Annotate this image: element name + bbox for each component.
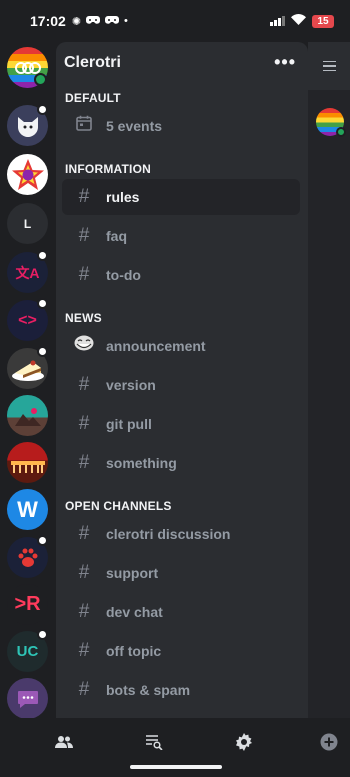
status-bar: 17:02 ✺ • 15 [0, 0, 350, 42]
hash-icon: # [78, 413, 90, 434]
unread-indicator [37, 346, 48, 357]
channel-label: git pull [106, 416, 152, 432]
channel-label: 5 events [106, 118, 163, 134]
game-controller-icon [86, 15, 101, 28]
status-time: 17:02 [30, 13, 66, 29]
online-indicator [336, 127, 346, 137]
online-indicator [34, 73, 47, 86]
channel-events[interactable]: 5 events [62, 108, 300, 144]
channel-label: clerotri discussion [106, 526, 231, 542]
server-icon-landscape[interactable] [7, 395, 48, 436]
trollface-icon [74, 335, 94, 357]
unread-indicator [37, 298, 48, 309]
logo-icon [14, 61, 41, 74]
r-logo: >R [14, 593, 41, 615]
settings-tab[interactable] [232, 730, 256, 754]
server-icon-star[interactable] [7, 154, 48, 195]
hamburger-icon[interactable] [322, 60, 336, 72]
server-icon-l[interactable]: L [7, 203, 48, 244]
translate-icon: 文A [15, 264, 40, 281]
category-information[interactable]: INFORMATION [65, 162, 151, 176]
server-icon-stage[interactable] [7, 442, 48, 483]
dot-icon: • [124, 15, 128, 27]
hash-icon: # [78, 374, 90, 395]
hash-icon: # [78, 523, 90, 544]
unread-indicator [37, 104, 48, 115]
channel-to-do[interactable]: # to-do [62, 257, 300, 293]
w-logo: W [17, 496, 38, 522]
channel-announcement[interactable]: announcement [62, 328, 300, 364]
stage-icon [10, 460, 45, 473]
code-brackets-icon: <> [18, 311, 37, 329]
server-name: Clerotri [64, 54, 121, 71]
hash-icon: # [78, 264, 90, 285]
category-default[interactable]: DEFAULT [65, 91, 121, 105]
channel-label: bots & spam [106, 682, 191, 698]
unread-indicator [37, 535, 48, 546]
hash-icon: # [78, 679, 90, 700]
wolf-icon [17, 116, 38, 137]
paw-icon [18, 548, 37, 567]
status-right: 15 [270, 12, 334, 30]
people-icon [55, 736, 73, 748]
unread-indicator [37, 250, 48, 261]
wifi-icon [291, 12, 306, 30]
server-initials: L [23, 216, 32, 231]
server-icon-w[interactable]: W [7, 489, 48, 530]
category-open-channels[interactable]: OPEN CHANNELS [65, 499, 172, 513]
channel-faq[interactable]: # faq [62, 218, 300, 254]
server-initials: UC [16, 643, 39, 660]
channel-support[interactable]: # support [62, 555, 300, 591]
channel-label: announcement [106, 338, 206, 354]
calendar-icon [74, 115, 94, 137]
sun-icon: ✺ [71, 15, 82, 28]
gear-icon [236, 733, 252, 751]
channel-panel: Clerotri ••• DEFAULT 5 events INFORMATIO… [56, 42, 308, 718]
add-button[interactable] [317, 730, 341, 754]
status-notification-icons: ✺ • [72, 15, 128, 28]
channel-label: version [106, 377, 156, 393]
channel-version[interactable]: # version [62, 367, 300, 403]
chat-bubble-icon [17, 690, 38, 708]
plus-circle-icon [320, 733, 338, 751]
channel-label: to-do [106, 267, 141, 283]
cake-icon [11, 360, 44, 381]
channel-label: support [106, 565, 159, 581]
channel-label: off topic [106, 643, 162, 659]
home-indicator[interactable] [130, 765, 222, 769]
list-search-icon [146, 735, 163, 750]
channel-label: something [106, 455, 177, 471]
hash-icon: # [78, 562, 90, 583]
hash-icon: # [78, 186, 90, 207]
channel-rules[interactable]: # rules [62, 179, 300, 215]
search-tab[interactable] [142, 730, 166, 754]
unread-indicator [37, 629, 48, 640]
hash-icon: # [78, 225, 90, 246]
friends-tab[interactable] [52, 730, 76, 754]
hash-icon: # [78, 601, 90, 622]
server-rail[interactable]: L 文A <> W >R UC [0, 42, 56, 722]
channel-bots-spam[interactable]: # bots & spam [62, 672, 300, 708]
channel-git-pull[interactable]: # git pull [62, 406, 300, 442]
hash-icon: # [78, 640, 90, 661]
server-icon-r[interactable]: >R [7, 584, 48, 625]
channel-label: faq [106, 228, 127, 244]
battery-icon: 15 [312, 14, 334, 28]
hash-icon: # [78, 452, 90, 473]
members-peek[interactable] [308, 42, 350, 718]
channel-dev-chat[interactable]: # dev chat [62, 594, 300, 630]
channel-clerotri-discussion[interactable]: # clerotri discussion [62, 516, 300, 552]
star-icon [11, 158, 44, 190]
game-controller-icon [105, 15, 120, 28]
server-icon-chat[interactable] [7, 678, 48, 719]
server-menu-button[interactable]: ••• [274, 52, 296, 73]
channel-something[interactable]: # something [62, 445, 300, 481]
channel-label: rules [106, 189, 140, 205]
signal-icon [270, 16, 285, 26]
landscape-icon [14, 407, 41, 426]
channel-off-topic[interactable]: # off topic [62, 633, 300, 669]
channel-label: dev chat [106, 604, 163, 620]
category-news[interactable]: NEWS [65, 311, 102, 325]
members-header [308, 42, 350, 90]
